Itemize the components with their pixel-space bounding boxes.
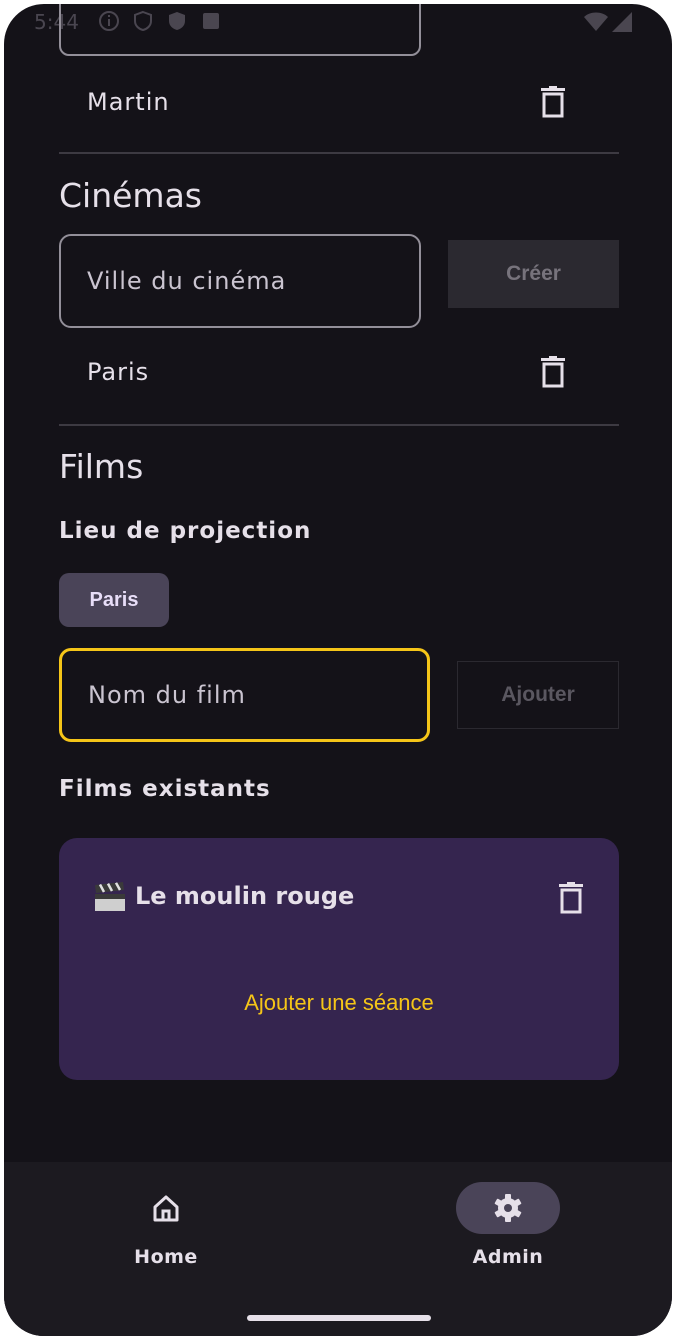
- phone-screen: 5:44 Martin Cinémas Ville du cinéma Crée…: [4, 4, 672, 1336]
- film-title: Le moulin rouge: [135, 882, 355, 910]
- wifi-icon: [584, 12, 608, 37]
- divider: [59, 152, 619, 154]
- nav-item-admin[interactable]: Admin: [448, 1182, 568, 1282]
- divider: [59, 424, 619, 426]
- trash-icon[interactable]: [557, 882, 585, 914]
- home-icon: [151, 1193, 181, 1223]
- bottom-navigation: Home Admin: [4, 1162, 672, 1336]
- trash-icon[interactable]: [539, 356, 567, 388]
- add-screening-button[interactable]: Ajouter une séance: [59, 990, 619, 1016]
- cinema-name: Paris: [87, 358, 150, 386]
- list-item: Paris: [59, 348, 619, 398]
- create-cinema-button[interactable]: Créer: [448, 240, 619, 308]
- nav-label-home: Home: [134, 1246, 198, 1268]
- cinemas-title: Cinémas: [59, 176, 202, 215]
- nav-label-admin: Admin: [472, 1246, 544, 1268]
- clapper-board-icon: [93, 882, 127, 912]
- user-name-input[interactable]: [59, 4, 421, 56]
- status-system-icons: [584, 12, 632, 37]
- venue-chip-paris[interactable]: Paris: [59, 573, 169, 627]
- trash-icon[interactable]: [539, 86, 567, 118]
- existing-films-label: Films existants: [59, 776, 271, 802]
- cinema-city-input[interactable]: [59, 234, 421, 328]
- add-film-button[interactable]: Ajouter: [457, 661, 619, 729]
- venue-label: Lieu de projection: [59, 518, 312, 544]
- list-item: Martin: [59, 78, 619, 128]
- gear-icon: [493, 1193, 523, 1223]
- film-card: Le moulin rouge Ajouter une séance: [59, 838, 619, 1080]
- signal-icon: [612, 12, 632, 37]
- films-title: Films: [59, 447, 144, 486]
- film-name-input[interactable]: [59, 648, 430, 742]
- gesture-handle[interactable]: [247, 1315, 431, 1321]
- user-name: Martin: [87, 88, 170, 116]
- nav-item-home[interactable]: Home: [106, 1182, 226, 1282]
